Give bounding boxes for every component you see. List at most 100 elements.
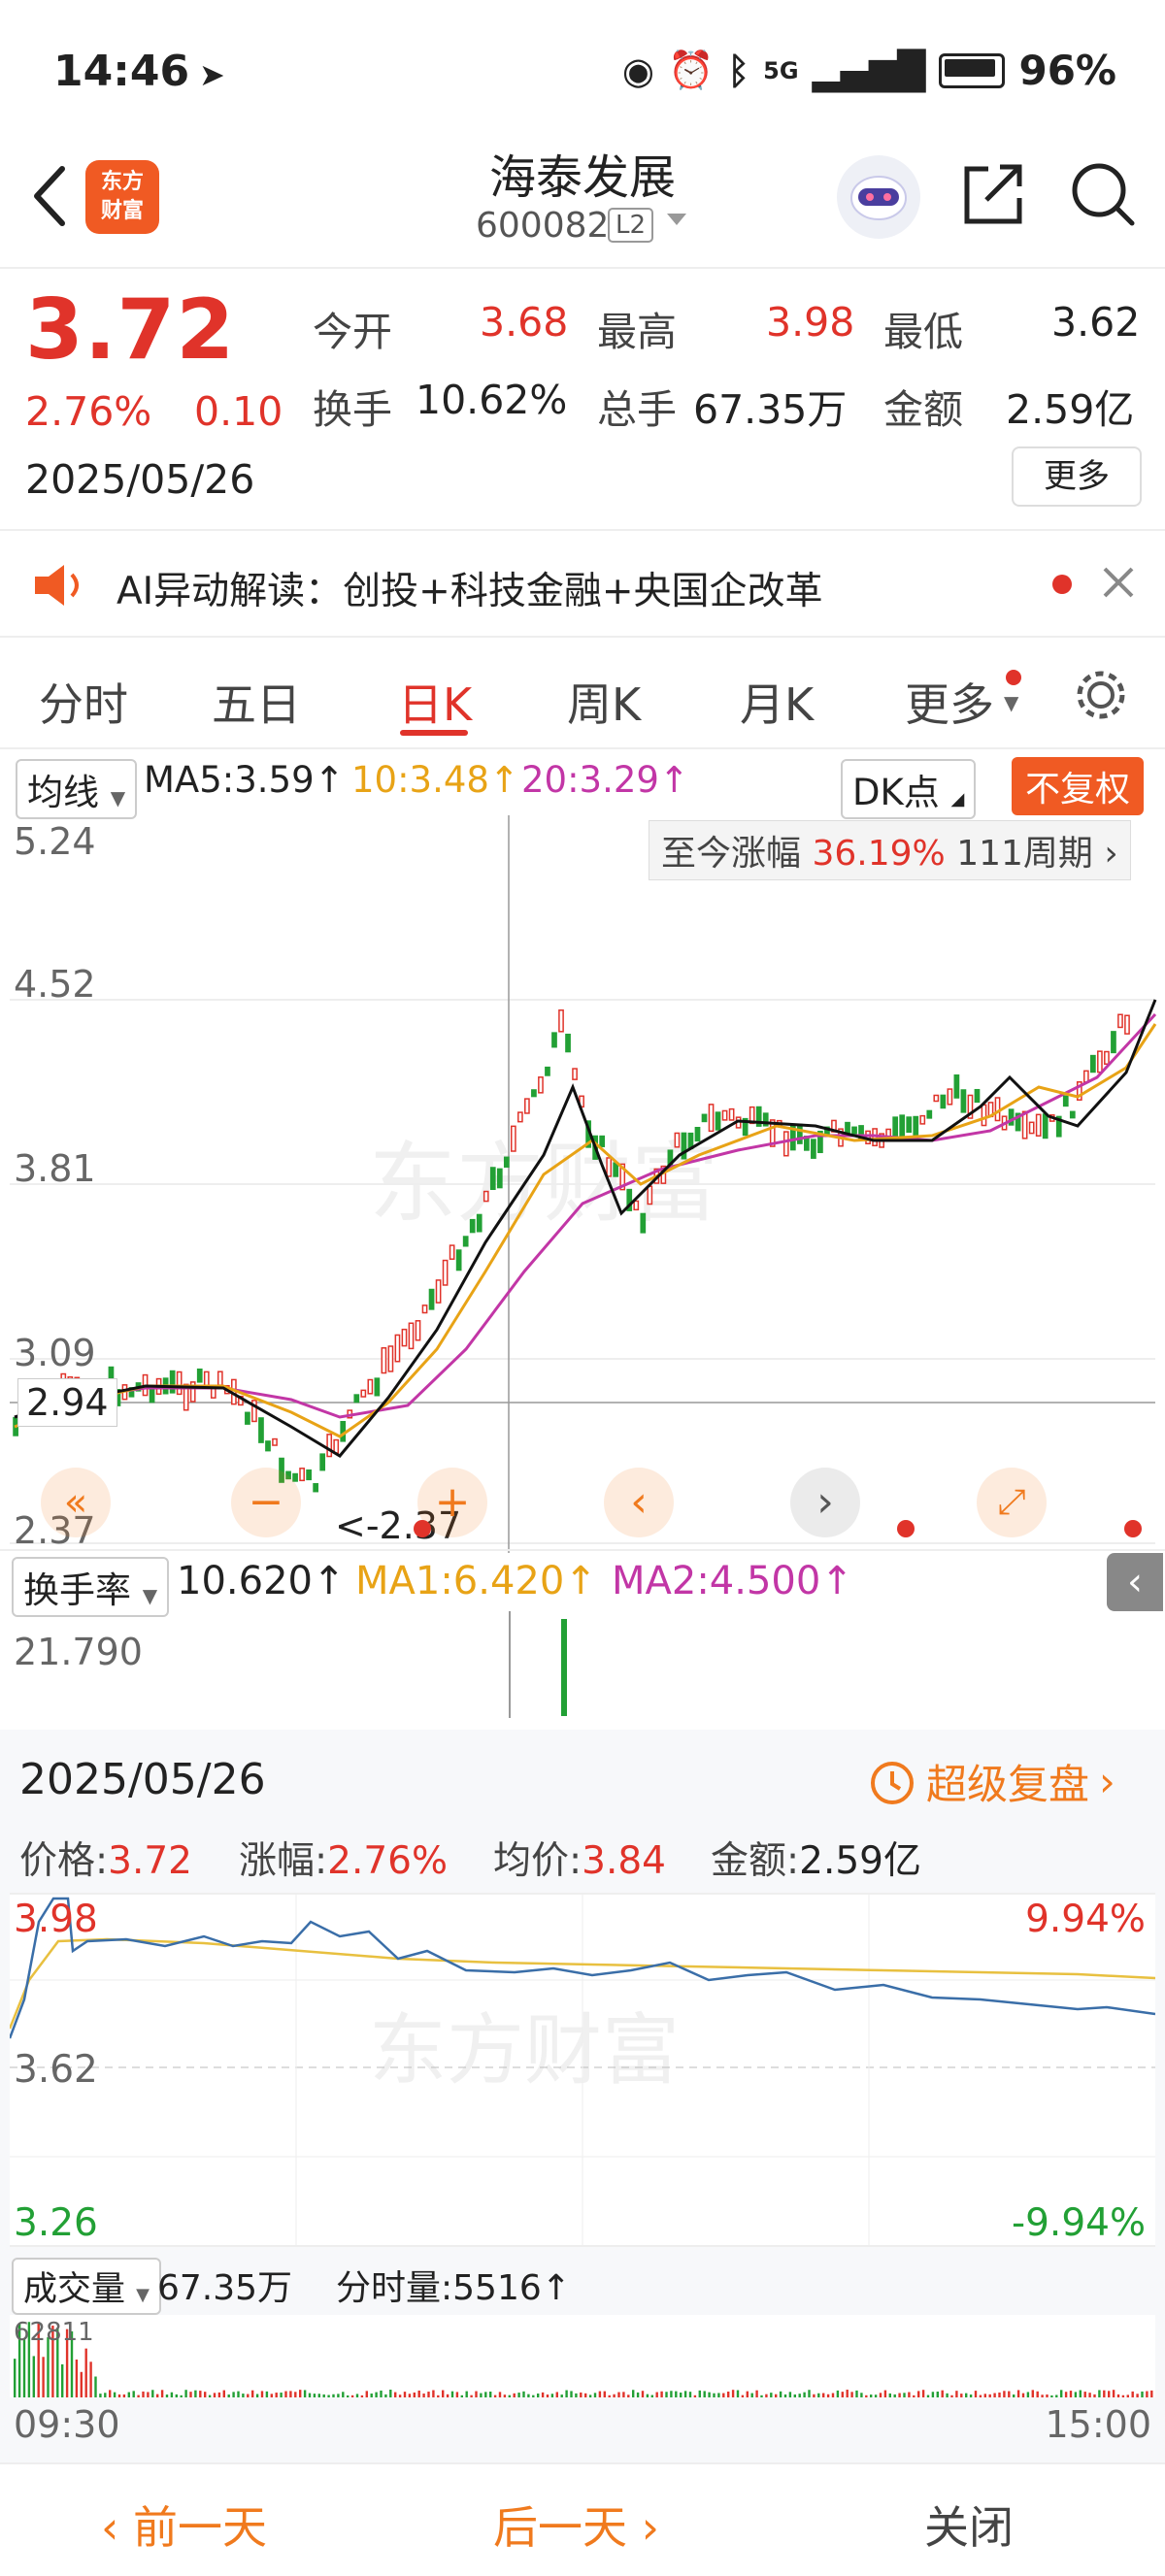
volume-bar xyxy=(1060,2390,1063,2397)
avg-label: 均价: xyxy=(493,1839,582,1883)
volume-bar xyxy=(80,2371,83,2397)
minus-icon: − xyxy=(248,1477,284,1527)
volume-bar xyxy=(879,2393,882,2397)
kline-chart[interactable]: 东方财富 xyxy=(0,806,1165,1553)
volume-bar xyxy=(988,2394,991,2397)
volume-bar xyxy=(1103,2390,1106,2397)
volume-bar xyxy=(693,2394,697,2397)
more-quote-button[interactable]: 更多 xyxy=(1012,446,1142,507)
super-replay-button[interactable]: 超级复盘 › xyxy=(866,1752,1115,1811)
candle xyxy=(994,1097,1001,1122)
since-gain-box[interactable]: 至今涨幅 36.19% 111周期 › xyxy=(649,820,1131,880)
next-day-button[interactable]: 后一天 › xyxy=(493,2493,659,2557)
candle xyxy=(394,1334,401,1363)
volume-bar xyxy=(665,2392,668,2397)
volume-bar xyxy=(122,2394,126,2397)
move-left-button[interactable]: ‹ xyxy=(604,1468,674,1537)
rewind-button[interactable]: « xyxy=(41,1468,111,1537)
volume-bar xyxy=(736,2390,740,2397)
volume-bar xyxy=(289,2391,292,2397)
volume-bar xyxy=(813,2394,816,2397)
code-dropdown-icon[interactable] xyxy=(665,212,688,233)
zoom-out-button[interactable]: − xyxy=(231,1468,301,1537)
volume-bar xyxy=(189,2392,192,2397)
volume-bar xyxy=(427,2392,430,2397)
candle xyxy=(258,1417,264,1443)
volume-bar xyxy=(713,2393,716,2397)
volume-bar xyxy=(299,2390,302,2397)
intraday-price-row: 价格:3.72 xyxy=(19,1831,192,1885)
volume-bar xyxy=(1116,2394,1120,2397)
volume-bar xyxy=(955,2391,958,2397)
settings-button[interactable] xyxy=(1072,666,1130,728)
intraday-amount-row: 金额:2.59亿 xyxy=(711,1831,921,1885)
tab-wuri[interactable]: 五日 xyxy=(212,670,301,734)
candle xyxy=(565,1033,571,1053)
volume-bar xyxy=(247,2394,250,2397)
candle xyxy=(940,1094,947,1109)
candle xyxy=(517,1111,523,1123)
volume-bar xyxy=(931,2392,935,2397)
collapse-panel-button[interactable]: ‹ xyxy=(1107,1553,1163,1611)
fullscreen-button[interactable]: ⤢ xyxy=(977,1468,1047,1537)
volume-bar xyxy=(722,2393,725,2397)
volume-bar xyxy=(688,2392,692,2397)
volume-bar xyxy=(532,2394,535,2397)
marker-dot xyxy=(414,1520,431,1537)
share-button[interactable] xyxy=(959,159,1027,233)
volume-bar xyxy=(42,2357,45,2397)
search-button[interactable] xyxy=(1068,159,1138,233)
candle xyxy=(435,1279,442,1304)
volume-select-label: 成交量 xyxy=(23,2270,126,2309)
volume-bar xyxy=(960,2394,963,2397)
volume-bar xyxy=(817,2393,820,2397)
candle xyxy=(782,1131,789,1157)
intraday-chart[interactable]: 东方财富 xyxy=(10,1893,1155,2247)
location-arrow-icon: ➤ xyxy=(199,56,225,93)
volume-bar xyxy=(22,2339,26,2397)
close-button[interactable]: 关闭 xyxy=(924,2493,1014,2557)
volume-bar xyxy=(294,2392,297,2397)
time-end: 15:00 xyxy=(1045,2403,1151,2446)
turnover-current: 10.620↑ xyxy=(177,1559,346,1603)
volume-bar xyxy=(365,2391,368,2397)
marker-dot xyxy=(897,1520,915,1537)
volume-bar xyxy=(650,2394,653,2397)
move-right-button[interactable]: › xyxy=(790,1468,860,1537)
candle xyxy=(1111,1031,1116,1054)
volume-bar xyxy=(109,2390,112,2397)
ai-banner-text[interactable]: AI异动解读：创投+科技金融+央国企改革 xyxy=(116,561,823,615)
volume-bar xyxy=(893,2394,896,2397)
tab-fenshi[interactable]: 分时 xyxy=(39,670,128,734)
volume-bar xyxy=(32,2356,35,2397)
time-start: 09:30 xyxy=(14,2403,120,2446)
kline-candles xyxy=(13,1009,1130,1493)
turnover-select-label: 换手率 xyxy=(23,1569,131,1611)
volume-bar xyxy=(775,2394,778,2397)
volume-select[interactable]: 成交量 ▼ xyxy=(12,2258,161,2315)
y-label-524: 5.24 xyxy=(14,820,96,863)
stock-code[interactable]: 600082 xyxy=(476,206,609,246)
unread-dot xyxy=(1052,575,1072,594)
prev-day-button[interactable]: ‹ 前一天 xyxy=(101,2493,267,2557)
candle xyxy=(455,1249,462,1271)
volume-bar xyxy=(555,2392,558,2397)
volume-bar xyxy=(941,2390,944,2397)
volume-bar xyxy=(1050,2394,1053,2397)
tab-yuek[interactable]: 月K xyxy=(740,670,814,734)
volume-bar xyxy=(380,2390,383,2397)
signal-5g-icon: 5G xyxy=(763,56,799,84)
volume-bar xyxy=(550,2394,554,2397)
candle xyxy=(694,1127,701,1142)
candle xyxy=(319,1453,326,1471)
level2-badge[interactable]: L2 xyxy=(608,208,654,243)
tab-zhouk[interactable]: 周K xyxy=(567,670,641,734)
ai-assistant-avatar[interactable] xyxy=(837,155,920,239)
amount-value: 2.59亿 xyxy=(799,1839,921,1883)
tab-rik[interactable]: 日K xyxy=(398,670,472,734)
candle xyxy=(292,1472,298,1482)
close-banner-button[interactable] xyxy=(1099,563,1138,606)
turnover-select[interactable]: 换手率 ▼ xyxy=(12,1557,170,1617)
volume-bar xyxy=(350,2394,354,2397)
tab-more[interactable]: 更多 xyxy=(905,670,994,734)
